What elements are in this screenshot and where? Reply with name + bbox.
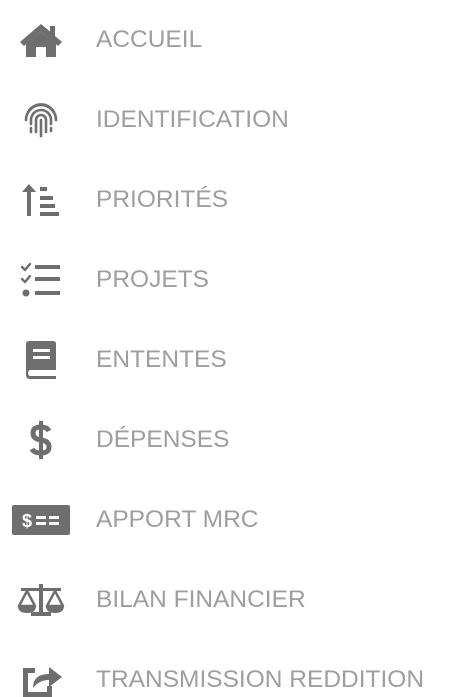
- nav-item-bilan-financier[interactable]: BILAN FINANCIER: [0, 570, 473, 630]
- dollar-sign-icon: [12, 418, 70, 462]
- nav-label: ENTENTES: [96, 346, 227, 373]
- money-bill-icon: $: [12, 498, 70, 542]
- checklist-icon: [12, 258, 70, 302]
- nav-label: APPORT MRC: [96, 506, 259, 533]
- nav-item-transmission-reddition[interactable]: TRANSMISSION REDDITION: [0, 650, 473, 697]
- nav-item-priorites[interactable]: PRIORITÉS: [0, 170, 473, 230]
- nav-item-identification[interactable]: IDENTIFICATION: [0, 90, 473, 150]
- nav-label: BILAN FINANCIER: [96, 586, 306, 613]
- svg-text:$: $: [22, 511, 32, 531]
- nav-label: TRANSMISSION REDDITION: [96, 666, 425, 693]
- book-icon: [12, 338, 70, 382]
- share-square-icon: [12, 658, 70, 697]
- sort-amount-up-icon: [12, 178, 70, 222]
- balance-scale-icon: [12, 578, 70, 622]
- nav-label: IDENTIFICATION: [96, 106, 289, 133]
- fingerprint-icon: [12, 98, 70, 142]
- nav-label: DÉPENSES: [96, 426, 230, 453]
- nav-item-accueil[interactable]: ACCUEIL: [0, 10, 473, 70]
- nav-item-ententes[interactable]: ENTENTES: [0, 330, 473, 390]
- nav-label: ACCUEIL: [96, 26, 203, 53]
- nav-item-apport-mrc[interactable]: $ APPORT MRC: [0, 490, 473, 550]
- home-icon: [12, 18, 70, 62]
- nav-item-projets[interactable]: PROJETS: [0, 250, 473, 310]
- nav-item-depenses[interactable]: DÉPENSES: [0, 410, 473, 470]
- nav-label: PRIORITÉS: [96, 186, 229, 213]
- nav-label: PROJETS: [96, 266, 209, 293]
- sidebar-menu: ACCUEIL IDENTIFICATION PRIORITÉS PROJETS…: [0, 0, 473, 697]
